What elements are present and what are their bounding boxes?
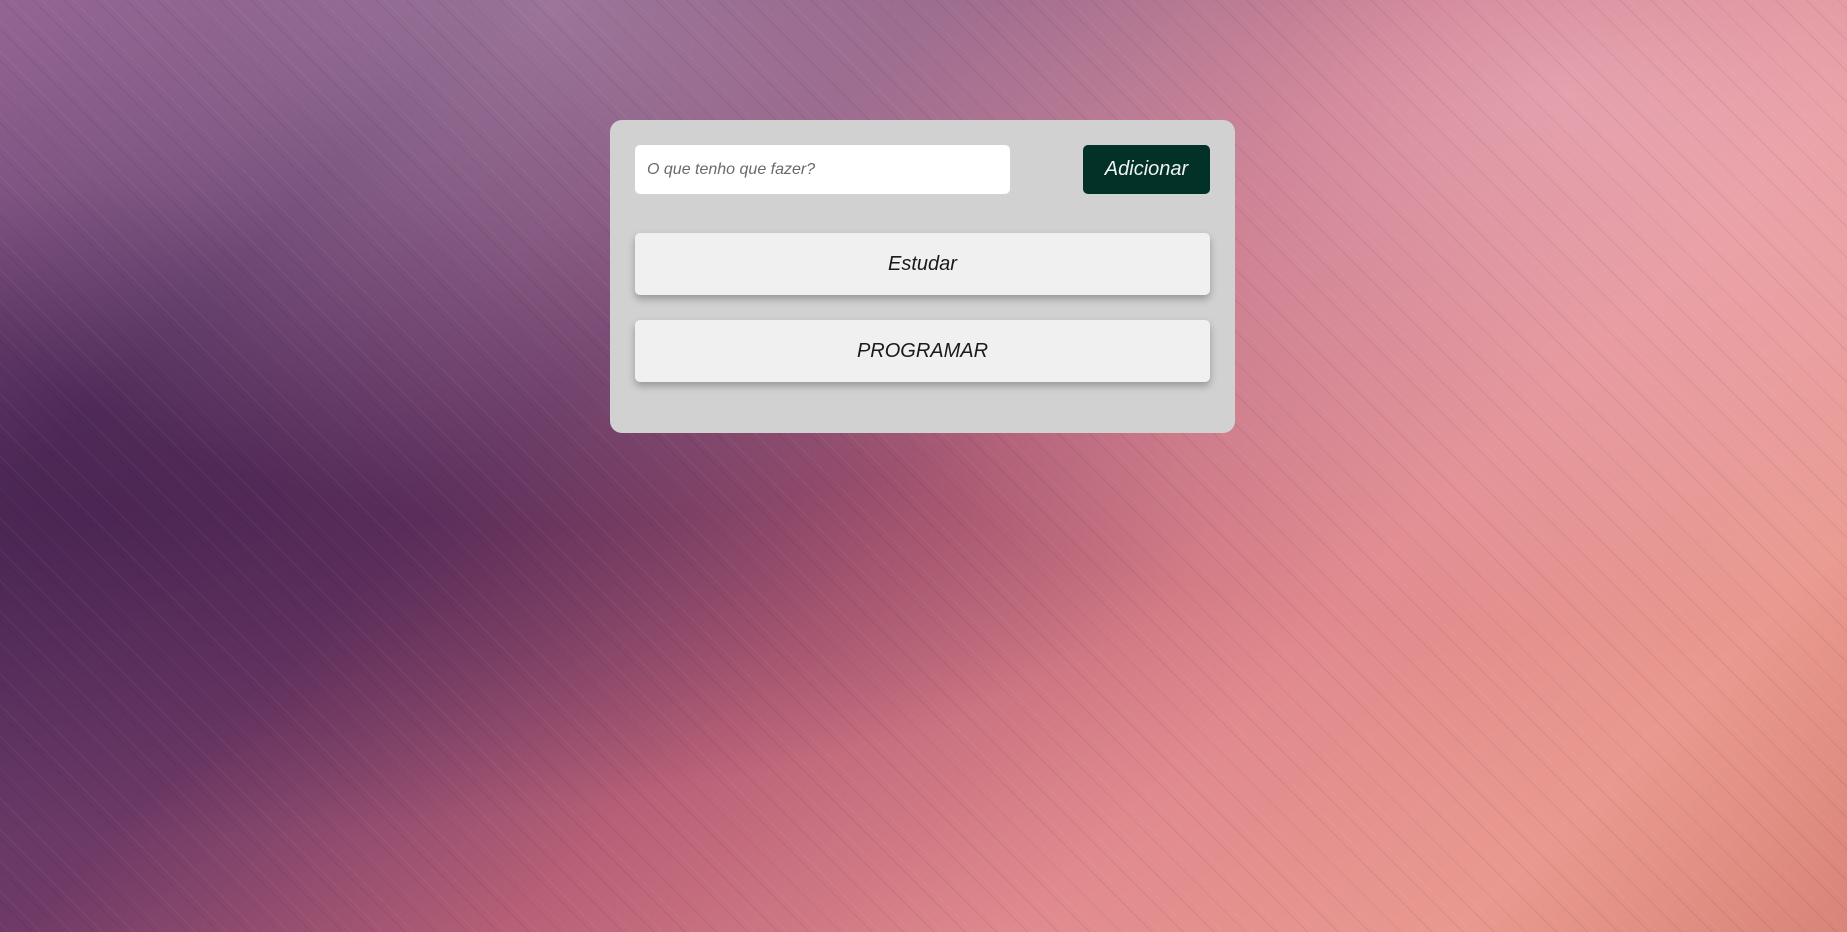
- task-item-programar[interactable]: PROGRAMAR: [635, 320, 1210, 382]
- add-button[interactable]: Adicionar: [1083, 145, 1210, 194]
- task-input[interactable]: [635, 145, 1010, 194]
- todo-card: Adicionar Estudar PROGRAMAR: [610, 120, 1235, 433]
- task-list: Estudar PROGRAMAR: [635, 233, 1210, 407]
- task-item-estudar[interactable]: Estudar: [635, 233, 1210, 295]
